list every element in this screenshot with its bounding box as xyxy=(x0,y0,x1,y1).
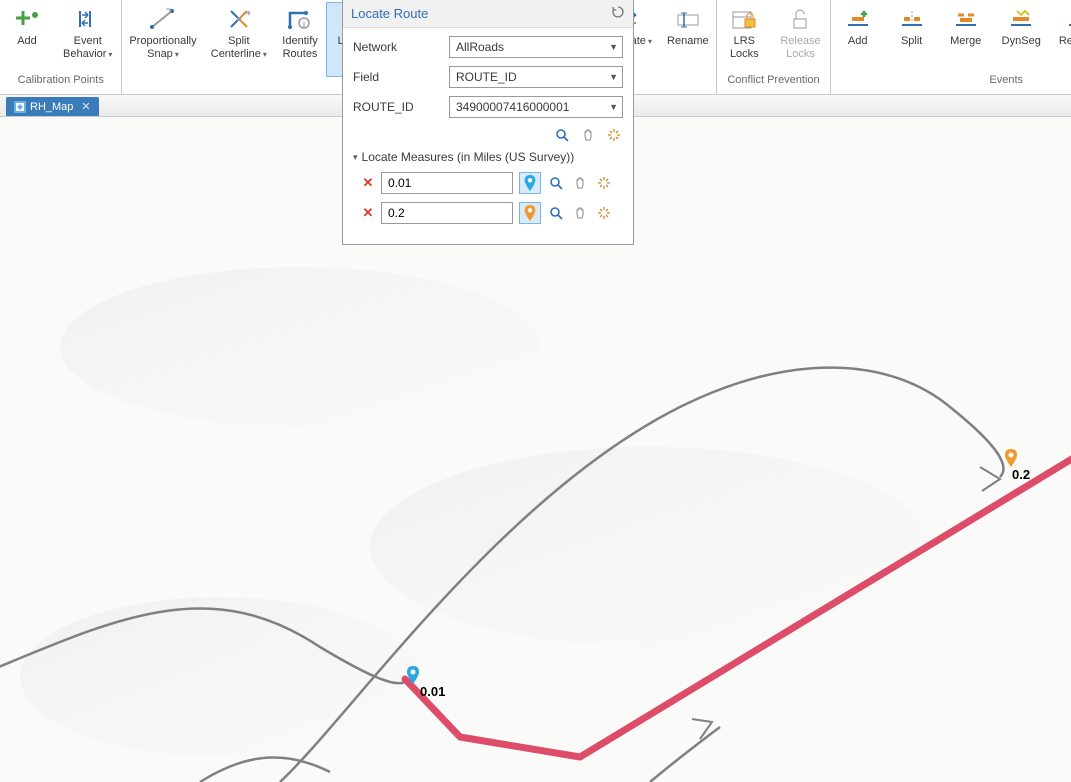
ev-merge-button[interactable]: Merge xyxy=(939,2,993,72)
identify-routes-icon: i xyxy=(282,5,318,33)
ev-replace-button[interactable]: Replace xyxy=(1050,2,1071,72)
measure-input-2[interactable] xyxy=(381,202,513,224)
measures-section-toggle[interactable]: ▾ Locate Measures (in Miles (US Survey)) xyxy=(353,150,623,164)
lrs-locks-button[interactable]: LRSLocks xyxy=(717,2,771,72)
zoom-measure-1[interactable] xyxy=(547,174,565,192)
zoom-route-icon[interactable] xyxy=(553,126,571,144)
release-locks-icon xyxy=(782,5,818,33)
split-cl-button[interactable]: SplitCenterline▾ xyxy=(204,2,275,77)
pin-tool-1[interactable] xyxy=(519,172,541,194)
ev-merge-icon xyxy=(948,5,984,33)
tab-rh-map[interactable]: RH_Map ✕ xyxy=(6,97,99,116)
panel-title: Locate Route xyxy=(351,6,428,21)
ev-replace-icon xyxy=(1061,5,1071,33)
map-icon xyxy=(14,101,26,113)
ev-dynseg-button[interactable]: DynSeg xyxy=(993,2,1050,72)
pin-tool-2[interactable] xyxy=(519,202,541,224)
identify-routes-button[interactable]: iIdentifyRoutes xyxy=(274,2,326,77)
pan-route-icon[interactable] xyxy=(579,126,597,144)
measure-input-1[interactable] xyxy=(381,172,513,194)
rename-button[interactable]: Rename xyxy=(659,2,716,77)
network-label: Network xyxy=(353,40,449,54)
ev-add-icon xyxy=(840,5,876,33)
field-dropdown[interactable]: ROUTE_ID▼ xyxy=(449,66,623,88)
prop-snap-icon xyxy=(145,5,181,33)
route-id-label: ROUTE_ID xyxy=(353,100,449,114)
pan-measure-1[interactable] xyxy=(571,174,589,192)
ev-split-icon xyxy=(894,5,930,33)
ribbon-group-label: Calibration Points xyxy=(0,72,121,89)
svg-text:i: i xyxy=(303,20,305,29)
measure-label-1: 0.01 xyxy=(420,684,445,699)
delete-measure-2[interactable]: ✕ xyxy=(361,205,375,221)
pan-measure-2[interactable] xyxy=(571,204,589,222)
flash-measure-1[interactable] xyxy=(595,174,613,192)
add-cp-button[interactable]: Add xyxy=(0,2,54,72)
split-cl-icon xyxy=(221,5,257,33)
flash-measure-2[interactable] xyxy=(595,204,613,222)
zoom-measure-2[interactable] xyxy=(547,204,565,222)
refresh-icon[interactable] xyxy=(611,5,625,22)
ribbon-group-label: Events xyxy=(831,72,1071,89)
add-cp-icon xyxy=(9,5,45,33)
tab-close-icon[interactable]: ✕ xyxy=(81,100,90,113)
ev-add-button[interactable]: Add xyxy=(831,2,885,72)
prop-snap-button[interactable]: ProportionallySnap▾ xyxy=(122,2,203,77)
ev-split-button[interactable]: Split xyxy=(885,2,939,72)
event-behavior-button[interactable]: EventBehavior▾ xyxy=(54,2,121,72)
measure-label-2: 0.2 xyxy=(1012,467,1030,482)
lrs-locks-icon xyxy=(726,5,762,33)
field-label: Field xyxy=(353,70,449,84)
release-locks-button: ReleaseLocks xyxy=(771,2,829,72)
locate-route-panel: Locate Route Network AllRoads▼ Field ROU… xyxy=(342,0,634,245)
flash-route-icon[interactable] xyxy=(605,126,623,144)
network-dropdown[interactable]: AllRoads▼ xyxy=(449,36,623,58)
route-id-dropdown[interactable]: 34900007416000001▼ xyxy=(449,96,623,118)
pin-m1 xyxy=(407,666,419,684)
delete-measure-1[interactable]: ✕ xyxy=(361,175,375,191)
event-behavior-icon xyxy=(70,5,106,33)
tab-label: RH_Map xyxy=(30,101,73,113)
ev-dynseg-icon xyxy=(1003,5,1039,33)
pin-m2 xyxy=(1005,449,1017,467)
rename-icon xyxy=(670,5,706,33)
ribbon-group-label: Conflict Prevention xyxy=(717,72,829,89)
